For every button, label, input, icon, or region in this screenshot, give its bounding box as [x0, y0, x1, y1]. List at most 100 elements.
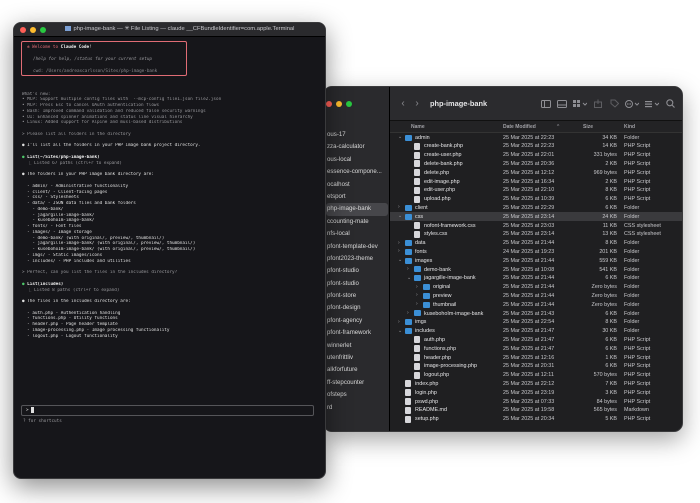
file-kind: Folder — [624, 266, 640, 273]
folder-row[interactable]: › fonts 24 Mar 2025 at 19:23 201 KB Folder — [390, 247, 682, 256]
sidebar-item[interactable]: php-image-bank — [326, 203, 388, 216]
file-row[interactable]: pswd.php 25 Mar 2025 at 07:33 84 bytes PHP … — [390, 397, 682, 406]
document-icon — [405, 397, 411, 405]
tag-icon[interactable] — [606, 99, 622, 108]
sidebar-item[interactable]: utenfrittliv — [324, 352, 390, 364]
file-row[interactable]: nofont-framework.css 25 Mar 2025 at 23:03… — [390, 221, 682, 230]
folder-row[interactable]: › preview 25 Mar 2025 at 21:44 Zero bytes Fo… — [390, 291, 682, 300]
sidebar-item[interactable]: pfont-studio — [324, 265, 390, 277]
sidebar-item[interactable]: pfont-studio — [324, 278, 390, 290]
forward-icon[interactable]: › — [410, 98, 424, 109]
close-button[interactable] — [20, 27, 26, 33]
disclosure-closed-icon[interactable]: › — [416, 284, 418, 290]
column-date[interactable]: Date Modified — [503, 124, 536, 130]
file-row[interactable]: edit-image.php 25 Mar 2025 at 16:34 2 KB PH… — [390, 177, 682, 186]
search-icon[interactable] — [662, 99, 678, 108]
disclosure-closed-icon[interactable]: › — [407, 310, 409, 316]
file-row[interactable]: edit-user.php 25 Mar 2025 at 22:10 8 KB PHP… — [390, 186, 682, 195]
minimize-button[interactable] — [30, 27, 36, 33]
share-icon[interactable] — [590, 99, 606, 108]
folder-row[interactable]: › imgs 25 Mar 2025 at 22:54 8 KB Folder — [390, 318, 682, 327]
sidebar-item[interactable]: pfont-store — [324, 290, 390, 302]
sidebar-toggle-icon[interactable] — [538, 99, 554, 108]
file-kind: PHP Script — [624, 398, 651, 405]
sidebar-item[interactable]: ofsteps — [324, 389, 390, 401]
zoom-button[interactable] — [346, 101, 352, 107]
folder-row[interactable]: ⌄ admin 25 Mar 2025 at 22:23 34 KB Folder — [390, 133, 682, 142]
disclosure-closed-icon[interactable]: › — [398, 240, 400, 246]
folder-row[interactable]: › demo-bank 25 Mar 2025 at 10:08 541 KB Fold… — [390, 265, 682, 274]
disclosure-open-icon[interactable]: ⌄ — [398, 213, 402, 219]
column-kind[interactable]: Kind — [624, 124, 635, 130]
preview-icon[interactable] — [554, 99, 570, 108]
prompt-input[interactable]: > — [21, 405, 314, 416]
document-icon — [405, 380, 411, 388]
file-row[interactable]: delete-bank.php 25 Mar 2025 at 20:36 2 KB P… — [390, 159, 682, 168]
file-row[interactable]: create-bank.php 25 Mar 2025 at 22:23 14 KB… — [390, 142, 682, 151]
sidebar-item[interactable]: ccounting-mate — [324, 216, 390, 228]
sidebar-item[interactable]: ocalhost — [324, 179, 390, 191]
folder-row[interactable]: › data 25 Mar 2025 at 21:44 8 KB Folder — [390, 239, 682, 248]
disclosure-open-icon[interactable]: ⌄ — [398, 257, 402, 263]
column-size[interactable]: Size — [583, 124, 593, 130]
view-options-icon[interactable] — [570, 99, 590, 108]
file-row[interactable]: delete.php 25 Mar 2025 at 12:12 969 bytes P… — [390, 168, 682, 177]
sidebar-item[interactable]: zza-calculator — [324, 141, 390, 153]
file-name: nofont-framework.css — [424, 222, 476, 229]
close-button[interactable] — [326, 101, 332, 107]
sidebar-item[interactable]: essence-compone... — [324, 166, 390, 178]
folder-row[interactable]: ⌄ jagargille-image-bank 25 Mar 2025 at 21:… — [390, 274, 682, 283]
column-name[interactable]: Name — [411, 124, 425, 130]
folder-row[interactable]: › kusebohoIm-image-bank 25 Mar 2025 at 21:… — [390, 309, 682, 318]
action-menu-icon[interactable] — [622, 99, 642, 108]
folder-row[interactable]: ⌄ css 25 Mar 2025 at 23:14 24 KB Folder — [390, 212, 682, 221]
sidebar-item[interactable]: ous-local — [324, 154, 390, 166]
sidebar-item[interactable]: nfs-local — [324, 228, 390, 240]
sidebar-item[interactable]: pfont-design — [324, 302, 390, 314]
file-size: 6 KB — [605, 363, 617, 370]
disclosure-open-icon[interactable]: ⌄ — [398, 134, 402, 140]
disclosure-closed-icon[interactable]: › — [398, 248, 400, 254]
sidebar-item[interactable]: alkforfuture — [324, 364, 390, 376]
sidebar-item[interactable]: pfont2023-theme — [324, 253, 390, 265]
file-row[interactable]: create-user.php 25 Mar 2025 at 22:01 331 b… — [390, 151, 682, 160]
sidebar-item[interactable]: etsport — [324, 191, 390, 203]
zoom-button[interactable] — [40, 27, 46, 33]
disclosure-closed-icon[interactable]: › — [416, 292, 418, 298]
file-row[interactable]: logout.php 25 Mar 2025 at 12:11 570 bytes P… — [390, 371, 682, 380]
disclosure-open-icon[interactable]: ⌄ — [398, 328, 402, 334]
sidebar-item[interactable]: ff-stepcounter — [324, 377, 390, 389]
group-by-icon[interactable] — [642, 100, 662, 108]
file-row[interactable]: styles.css 25 Mar 2025 at 23:14 13 KB CSS s… — [390, 230, 682, 239]
file-row[interactable]: index.php 25 Mar 2025 at 22:12 7 KB PHP Scr… — [390, 379, 682, 388]
folder-row[interactable]: › client 25 Mar 2025 at 22:29 6 KB Folder — [390, 203, 682, 212]
folder-row[interactable]: › thumbnail 25 Mar 2025 at 21:44 Zero bytes… — [390, 300, 682, 309]
file-row[interactable]: README.md 25 Mar 2025 at 19:58 565 bytes Ma… — [390, 406, 682, 415]
folder-icon — [423, 284, 430, 291]
sidebar-item[interactable]: pfont-template-dev — [324, 241, 390, 253]
sidebar-item[interactable]: winnerlet — [324, 340, 390, 352]
file-row[interactable]: functions.php 25 Mar 2025 at 21:47 6 KB PHP… — [390, 344, 682, 353]
file-size: 3 KB — [605, 389, 617, 396]
file-row[interactable]: login.php 25 Mar 2025 at 23:19 3 KB PHP Scr… — [390, 388, 682, 397]
file-size: 84 bytes — [596, 398, 617, 405]
disclosure-closed-icon[interactable]: › — [398, 204, 400, 210]
folder-row[interactable]: › original 25 Mar 2025 at 21:44 Zero bytes F… — [390, 283, 682, 292]
disclosure-closed-icon[interactable]: › — [407, 266, 409, 272]
sidebar-item[interactable]: rd — [324, 402, 390, 414]
file-row[interactable]: auth.php 25 Mar 2025 at 21:47 6 KB PHP Scri… — [390, 335, 682, 344]
file-row[interactable]: image-processing.php 25 Mar 2025 at 20:31… — [390, 362, 682, 371]
file-row[interactable]: setup.php 25 Mar 2025 at 20:34 5 KB PHP Scr… — [390, 415, 682, 424]
back-icon[interactable]: ‹ — [396, 98, 410, 109]
folder-row[interactable]: ⌄ includes 25 Mar 2025 at 21:47 30 KB Folder — [390, 327, 682, 336]
sidebar-item[interactable]: pfont-framework — [324, 327, 390, 339]
sidebar-item[interactable]: pfont-agency — [324, 315, 390, 327]
minimize-button[interactable] — [336, 101, 342, 107]
disclosure-closed-icon[interactable]: › — [398, 319, 400, 325]
sidebar-item[interactable]: ous-17 — [324, 129, 390, 141]
disclosure-open-icon[interactable]: ⌄ — [407, 275, 411, 281]
file-row[interactable]: header.php 25 Mar 2025 at 12:16 1 KB PHP Sc… — [390, 353, 682, 362]
folder-row[interactable]: ⌄ images 25 Mar 2025 at 21:44 559 KB Folder — [390, 256, 682, 265]
file-row[interactable]: upload.php 25 Mar 2025 at 10:39 6 KB PHP Sc… — [390, 195, 682, 204]
disclosure-closed-icon[interactable]: › — [416, 301, 418, 307]
